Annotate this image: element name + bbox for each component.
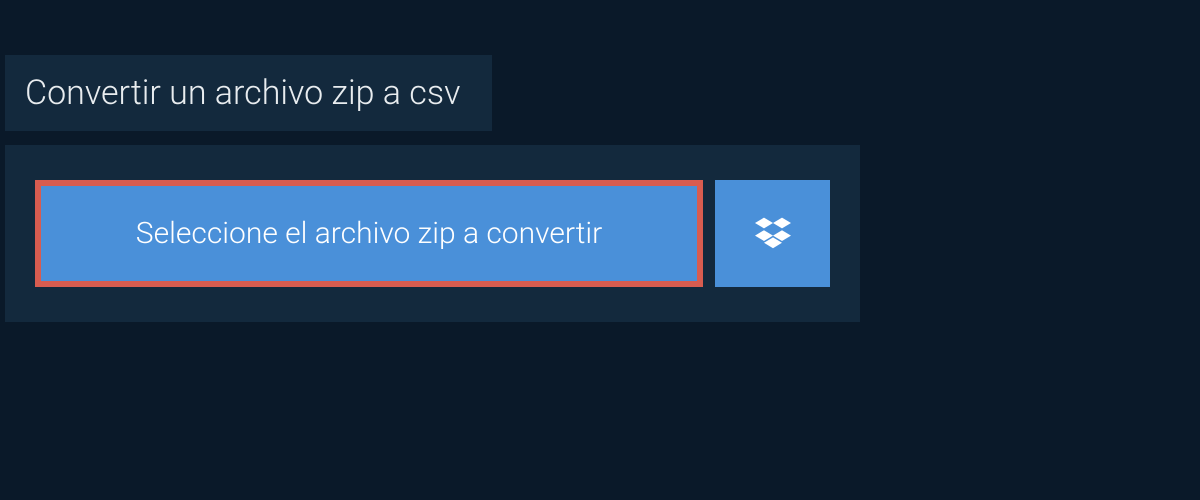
dropbox-icon xyxy=(755,214,791,253)
select-file-button[interactable]: Seleccione el archivo zip a convertir xyxy=(35,180,703,287)
page-title-text: Convertir un archivo zip a csv xyxy=(25,73,460,113)
select-file-button-label: Seleccione el archivo zip a convertir xyxy=(136,216,602,251)
file-select-panel: Seleccione el archivo zip a convertir xyxy=(5,145,860,322)
dropbox-button[interactable] xyxy=(715,180,830,287)
page-title: Convertir un archivo zip a csv xyxy=(5,55,492,131)
